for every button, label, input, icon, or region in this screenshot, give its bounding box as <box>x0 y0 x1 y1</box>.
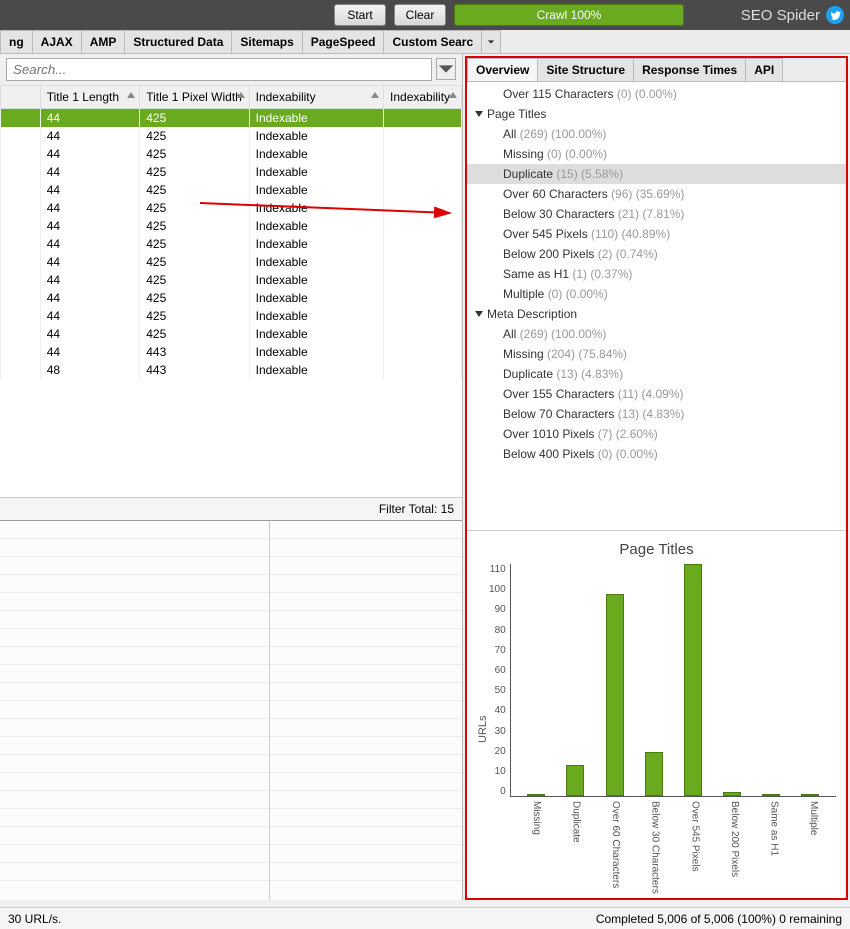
table-row[interactable]: 44425Indexable <box>1 127 462 145</box>
bottom-right-pane[interactable] <box>270 521 462 900</box>
tree-item[interactable]: Meta Description <box>467 304 846 324</box>
search-dropdown[interactable] <box>436 58 456 80</box>
tab-pagespeed[interactable]: PageSpeed <box>302 30 385 53</box>
bottom-left-pane[interactable] <box>0 521 270 900</box>
table-row[interactable]: 44425Indexable <box>1 289 462 307</box>
chart-bar <box>566 765 584 797</box>
chart-ylabel: URLs <box>477 564 489 894</box>
tab-amp[interactable]: AMP <box>81 30 126 53</box>
tab-structured-data[interactable]: Structured Data <box>124 30 232 53</box>
crawl-progress: Crawl 100% <box>454 4 684 26</box>
top-toolbar: Start Clear Crawl 100% SEO Spider <box>0 0 850 30</box>
table-row[interactable]: 44425Indexable <box>1 307 462 325</box>
table-row[interactable]: 44425Indexable <box>1 199 462 217</box>
tree-item[interactable]: Missing (204) (75.84%) <box>467 344 846 364</box>
tree-item[interactable]: Duplicate (15) (5.58%) <box>467 164 846 184</box>
chart-bar <box>723 792 741 796</box>
tree-item[interactable]: Same as H1 (1) (0.37%) <box>467 264 846 284</box>
chart-bar <box>606 594 624 797</box>
search-input[interactable] <box>6 58 432 81</box>
table-row[interactable]: 44425Indexable <box>1 235 462 253</box>
tree-item[interactable]: Over 545 Pixels (110) (40.89%) <box>467 224 846 244</box>
right-panel: OverviewSite StructureResponse TimesAPI … <box>465 56 848 900</box>
chart-xlabels: MissingDuplicateOver 60 CharactersBelow … <box>489 797 836 894</box>
tree-item[interactable]: All (269) (100.00%) <box>467 324 846 344</box>
tree-item[interactable]: All (269) (100.00%) <box>467 124 846 144</box>
status-left: 30 URL/s. <box>8 912 61 926</box>
bottom-split <box>0 520 462 900</box>
tab-ajax[interactable]: AJAX <box>32 30 82 53</box>
table-row[interactable]: 44425Indexable <box>1 325 462 343</box>
status-right: Completed 5,006 of 5,006 (100%) 0 remain… <box>596 912 842 926</box>
tab-sitemaps[interactable]: Sitemaps <box>231 30 302 53</box>
rtab-response-times[interactable]: Response Times <box>633 58 746 81</box>
table-row[interactable]: 44425Indexable <box>1 217 462 235</box>
column-header[interactable] <box>1 86 41 109</box>
left-panel: Title 1 LengthTitle 1 Pixel WidthIndexab… <box>0 54 463 900</box>
twitter-icon[interactable] <box>826 6 844 24</box>
chart-bar <box>684 564 702 796</box>
table-row[interactable]: 44425Indexable <box>1 109 462 128</box>
tree-item[interactable]: Multiple (0) (0.00%) <box>467 284 846 304</box>
table-row[interactable]: 44425Indexable <box>1 181 462 199</box>
tree-item[interactable]: Over 60 Characters (96) (35.69%) <box>467 184 846 204</box>
filter-total: Filter Total: 15 <box>0 497 462 520</box>
start-button[interactable]: Start <box>334 4 386 26</box>
chart-yticks: 1101009080706050403020100 <box>489 564 510 797</box>
chart-bar <box>801 794 819 796</box>
status-bar: 30 URL/s. Completed 5,006 of 5,006 (100%… <box>0 907 850 929</box>
table-row[interactable]: 48443Indexable <box>1 361 462 379</box>
results-table[interactable]: Title 1 LengthTitle 1 Pixel WidthIndexab… <box>0 85 462 497</box>
rtab-site-structure[interactable]: Site Structure <box>537 58 634 81</box>
tree-item[interactable]: Page Titles <box>467 104 846 124</box>
chart-title: Page Titles <box>477 541 836 558</box>
overview-tree[interactable]: Over 115 Characters (0) (0.00%)Page Titl… <box>467 82 846 530</box>
brand-text: SEO Spider <box>741 7 820 24</box>
table-row[interactable]: 44443Indexable <box>1 343 462 361</box>
tree-item[interactable]: Below 70 Characters (13) (4.83%) <box>467 404 846 424</box>
rtab-overview[interactable]: Overview <box>467 58 538 81</box>
column-header[interactable]: Title 1 Length <box>40 86 140 109</box>
tree-item[interactable]: Below 30 Characters (21) (7.81%) <box>467 204 846 224</box>
tree-item[interactable]: Below 400 Pixels (0) (0.00%) <box>467 444 846 464</box>
tab-overflow[interactable] <box>481 30 501 53</box>
chart-bar <box>527 794 545 796</box>
table-row[interactable]: 44425Indexable <box>1 253 462 271</box>
clear-button[interactable]: Clear <box>394 4 446 26</box>
table-row[interactable]: 44425Indexable <box>1 145 462 163</box>
filter-tabs: ngAJAXAMPStructured DataSitemapsPageSpee… <box>0 30 850 54</box>
chart-plot <box>510 564 836 797</box>
table-row[interactable]: 44425Indexable <box>1 163 462 181</box>
tab-custom-searc[interactable]: Custom Searc <box>383 30 482 53</box>
column-header[interactable]: Indexability <box>384 86 462 109</box>
tree-item[interactable]: Over 155 Characters (11) (4.09%) <box>467 384 846 404</box>
tree-item[interactable]: Over 115 Characters (0) (0.00%) <box>467 84 846 104</box>
tree-item[interactable]: Below 200 Pixels (2) (0.74%) <box>467 244 846 264</box>
right-tabs: OverviewSite StructureResponse TimesAPI <box>467 58 846 82</box>
chart-bar <box>762 794 780 796</box>
column-header[interactable]: Title 1 Pixel Width <box>140 86 249 109</box>
brand-label: SEO Spider <box>741 6 844 24</box>
chart-area: Page Titles URLs 11010090807060504030201… <box>467 530 846 898</box>
table-row[interactable]: 44425Indexable <box>1 271 462 289</box>
tree-item[interactable]: Over 1010 Pixels (7) (2.60%) <box>467 424 846 444</box>
chart-bar <box>645 752 663 796</box>
tree-item[interactable]: Missing (0) (0.00%) <box>467 144 846 164</box>
tab-ng[interactable]: ng <box>0 30 33 53</box>
column-header[interactable]: Indexability <box>249 86 383 109</box>
tree-item[interactable]: Duplicate (13) (4.83%) <box>467 364 846 384</box>
rtab-api[interactable]: API <box>745 58 783 81</box>
